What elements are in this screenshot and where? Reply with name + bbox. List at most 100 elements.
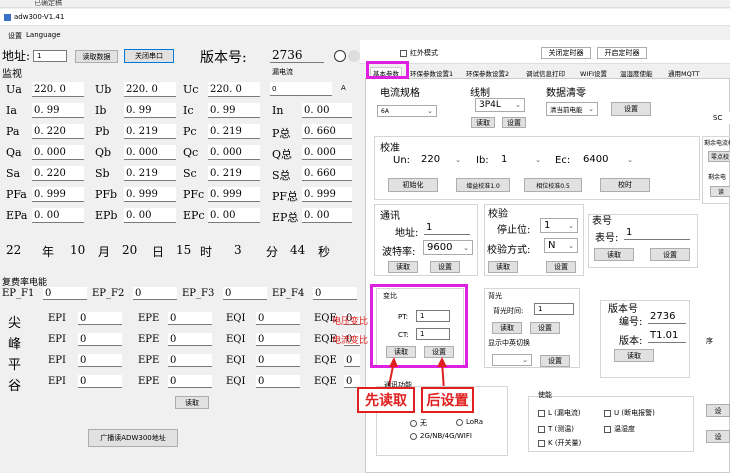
wiring-set-button[interactable]: 设置 bbox=[502, 117, 526, 128]
tab-env-params-2[interactable]: 环保参数设置2 bbox=[466, 67, 509, 78]
billing-value[interactable]: 0 bbox=[168, 312, 212, 325]
enable-temperature-checkbox[interactable]: T (测温) bbox=[538, 424, 574, 434]
tab-mqtt[interactable]: 通用MQTT bbox=[668, 67, 700, 78]
comm-address-input[interactable]: 1 bbox=[424, 221, 470, 235]
display-switch-set-button[interactable]: 设置 bbox=[540, 355, 570, 367]
residual-read-button[interactable]: 读 bbox=[710, 186, 730, 197]
version-input[interactable]: 2736 bbox=[270, 48, 324, 63]
monitor-value[interactable]: 0. 000 bbox=[32, 145, 84, 160]
monitor-value[interactable]: 0. 660 bbox=[302, 124, 352, 139]
backlight-time-input[interactable]: 1 bbox=[534, 303, 574, 315]
billing-value[interactable]: 0 bbox=[78, 375, 122, 388]
monitor-value[interactable]: 0. 99 bbox=[124, 103, 176, 118]
monitor-value[interactable]: 0. 99 bbox=[208, 103, 260, 118]
tab-wifi[interactable]: WIFI设置 bbox=[580, 67, 607, 78]
tab-temp-humidity[interactable]: 温湿度使能 bbox=[620, 67, 653, 78]
version-code-input[interactable]: 2736 bbox=[648, 310, 686, 324]
current-spec-select[interactable]: 6A ⌄ bbox=[377, 105, 437, 117]
monitor-value[interactable]: 0. 220 bbox=[32, 124, 84, 139]
monitor-value[interactable]: 0. 00 bbox=[124, 208, 176, 223]
monitor-value[interactable]: 0. 999 bbox=[302, 187, 352, 202]
enable-side-button-2[interactable]: 设 bbox=[706, 430, 730, 443]
init-button[interactable]: 初始化 bbox=[388, 178, 438, 192]
comm-read-button[interactable]: 读取 bbox=[388, 261, 418, 273]
monitor-value[interactable]: 220. 0 bbox=[124, 82, 176, 97]
tab-debug-print[interactable]: 调试信息打印 bbox=[526, 67, 565, 78]
monitor-value[interactable]: 0. 219 bbox=[124, 124, 176, 139]
meter-set-button[interactable]: 设置 bbox=[650, 248, 690, 261]
check-set-button[interactable]: 设置 bbox=[546, 261, 576, 273]
billing-value[interactable]: 0 bbox=[256, 333, 300, 346]
monitor-value[interactable]: 0. 000 bbox=[208, 145, 260, 160]
close-port-button[interactable]: 关闭串口 bbox=[124, 49, 174, 63]
toggle-switch[interactable] bbox=[334, 50, 360, 62]
billing-value[interactable]: 0 bbox=[168, 333, 212, 346]
wiring-read-button[interactable]: 读取 bbox=[471, 117, 495, 128]
phase-calibration-button[interactable]: 相位校准0.5 bbox=[524, 178, 582, 192]
wiring-select[interactable]: 3P4L ⌄ bbox=[475, 98, 525, 112]
billing-value[interactable]: 0 bbox=[168, 354, 212, 367]
backlight-set-button[interactable]: 设置 bbox=[530, 322, 560, 334]
monitor-value[interactable]: 0. 219 bbox=[208, 166, 260, 181]
un-select[interactable]: 220 ⌄ bbox=[418, 152, 464, 167]
display-switch-select[interactable]: ⌄ bbox=[492, 354, 532, 366]
gain-calibration-button[interactable]: 增益校准1.0 bbox=[456, 178, 510, 192]
read-data-button[interactable]: 读取数据 bbox=[75, 50, 118, 63]
monitor-value[interactable]: 0. 220 bbox=[32, 166, 84, 181]
close-timer-button[interactable]: 关闭定时器 bbox=[541, 47, 591, 59]
ep-value[interactable]: 0 bbox=[313, 287, 357, 300]
monitor-value[interactable]: 0. 000 bbox=[302, 145, 352, 160]
backlight-read-button[interactable]: 读取 bbox=[492, 322, 522, 334]
enable-humidity-checkbox[interactable]: 温湿度 bbox=[604, 424, 635, 434]
monitor-value[interactable]: 0. 999 bbox=[124, 187, 176, 202]
meter-input[interactable]: 1 bbox=[624, 226, 690, 240]
menu-settings[interactable]: 设置 bbox=[8, 31, 22, 41]
billing-value[interactable]: 0 bbox=[256, 375, 300, 388]
monitor-value[interactable]: 0. 999 bbox=[32, 187, 84, 202]
menu-language[interactable]: Language bbox=[26, 31, 61, 39]
ep-value[interactable]: 0 bbox=[133, 287, 177, 300]
monitor-value[interactable]: 0. 00 bbox=[32, 208, 84, 223]
check-read-button[interactable]: 读取 bbox=[488, 261, 518, 273]
time-sync-button[interactable]: 校时 bbox=[600, 178, 650, 192]
monitor-value[interactable]: 220. 0 bbox=[208, 82, 260, 97]
stop-bit-select[interactable]: 1 ⌄ bbox=[540, 218, 578, 233]
radio-none[interactable]: 无 bbox=[410, 418, 427, 428]
tab-env-params-1[interactable]: 环保参数设置1 bbox=[410, 67, 453, 78]
monitor-value[interactable]: 0. 00 bbox=[208, 208, 260, 223]
ep-value[interactable]: 0 bbox=[43, 287, 87, 300]
ep-value[interactable]: 0 bbox=[223, 287, 267, 300]
radio-lora[interactable]: LoRa bbox=[456, 418, 483, 426]
broadcast-address-button[interactable]: 广播读ADW300地址 bbox=[88, 429, 178, 447]
monitor-value[interactable]: 0. 99 bbox=[32, 103, 84, 118]
version-read-button[interactable]: 读取 bbox=[614, 349, 654, 362]
ec-select[interactable]: 6400 ⌄ bbox=[580, 152, 636, 167]
billing-value[interactable]: 0 bbox=[78, 333, 122, 346]
billing-value[interactable]: 0 bbox=[78, 354, 122, 367]
billing-value[interactable]: 0 bbox=[78, 312, 122, 325]
check-mode-select[interactable]: N ⌄ bbox=[544, 238, 578, 253]
open-timer-button[interactable]: 开启定时器 bbox=[597, 47, 647, 59]
data-clear-set-button[interactable]: 设置 bbox=[611, 102, 651, 116]
address-input[interactable]: 1 bbox=[33, 50, 67, 62]
monitor-value[interactable]: 220. 0 bbox=[32, 82, 84, 97]
data-clear-select[interactable]: 清当前电能 ⌄ bbox=[546, 102, 598, 116]
comm-set-button[interactable]: 设置 bbox=[430, 261, 460, 273]
firmware-version-input[interactable]: T1.01 bbox=[648, 329, 686, 343]
monitor-value[interactable]: 0. 00 bbox=[302, 103, 352, 118]
enable-side-button-1[interactable]: 设 bbox=[706, 404, 730, 417]
monitor-value[interactable]: 0. 00 bbox=[302, 208, 352, 223]
meter-read-button[interactable]: 读取 bbox=[594, 248, 634, 261]
leak-input[interactable]: 0 bbox=[270, 82, 332, 96]
billing-value[interactable]: 0 bbox=[256, 354, 300, 367]
radio-cellular[interactable]: 2G/NB/4G/WIFI bbox=[410, 432, 472, 440]
enable-leakage-checkbox[interactable]: L (漏电流) bbox=[538, 408, 581, 418]
enable-outage-checkbox[interactable]: U (断电报警) bbox=[604, 408, 655, 418]
enable-switch-checkbox[interactable]: K (开关量) bbox=[538, 438, 581, 448]
baud-select[interactable]: 9600 ⌄ bbox=[423, 240, 473, 255]
billing-value[interactable]: 0 bbox=[168, 375, 212, 388]
infrared-checkbox[interactable]: 红外模式 bbox=[400, 48, 438, 58]
zero-calibration-button[interactable]: 零点校 bbox=[708, 151, 730, 162]
ib-select[interactable]: 1 ⌄ bbox=[498, 152, 544, 167]
monitor-value[interactable]: 0. 660 bbox=[302, 166, 352, 181]
